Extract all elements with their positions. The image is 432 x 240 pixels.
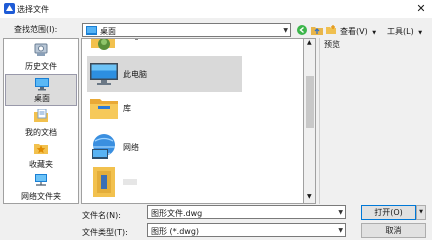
chevron-down-icon: ▼ [418,30,423,36]
cancel-button[interactable]: 取消 [361,223,426,238]
user-folder-icon [91,39,115,50]
scroll-up-icon[interactable]: ▲ [307,39,312,46]
sidebar-item-history[interactable]: 历史文件 [5,41,77,73]
lookin-value: 桌面 [100,27,116,36]
truncated-name [135,39,138,40]
back-icon[interactable] [297,25,307,35]
new-folder-icon[interactable] [326,25,336,35]
list-item-name: 库 [123,104,131,113]
views-menu[interactable]: 查看(V) ▼ [340,26,376,37]
filename-label: 文件名(N): [82,211,121,220]
sidebar-item-favorites[interactable]: 收藏夹 [5,139,77,171]
sidebar-item-label: 收藏夹 [29,160,53,169]
documents-icon [34,109,48,122]
filename-input[interactable]: 图形文件.dwg ▼ [147,205,346,219]
library-folder-icon [90,99,118,119]
chevron-down-icon: ▼ [338,227,343,234]
list-item-name: 网络 [123,143,139,152]
computer-icon [90,63,118,85]
close-button[interactable]: ✕ [413,1,429,17]
list-item[interactable]: 此电脑 [87,56,242,92]
history-icon [34,43,48,56]
title-bar [0,0,432,18]
list-item[interactable]: 库 [87,90,242,126]
chevron-down-icon: ▼ [338,209,343,216]
window-title: 选择文件 [17,5,49,14]
lookin-combo[interactable]: 桌面 ▼ [82,23,291,37]
desktop-icon [86,26,97,35]
views-label: 查看(V) [340,27,368,36]
chevron-down-icon: ▼ [372,30,377,36]
sidebar-item-network-folder[interactable]: 网络文件夹 [5,171,77,203]
network-folder-icon [35,174,47,186]
sidebar-item-label: 桌面 [34,94,50,103]
sidebar-item-label: 网络文件夹 [21,192,61,201]
desktop-icon [35,78,49,91]
open-options-button[interactable]: ▼ [416,205,426,220]
sidebar-item-label: 历史文件 [25,62,57,71]
filetype-combo[interactable]: 图形 (*.dwg) ▼ [147,223,346,237]
sidebar-item-label: 我的文档 [25,128,57,137]
sidebar-item-desktop[interactable]: 桌面 [5,74,77,106]
preview-label: 预览 [324,40,340,49]
filename-value: 图形文件.dwg [151,209,203,218]
favorites-icon [34,144,48,154]
tools-menu[interactable]: 工具(L) ▼ [387,26,422,37]
filetype-value: 图形 (*.dwg) [151,227,200,236]
sidebar-item-documents[interactable]: 我的文档 [5,107,77,139]
list-item[interactable]: 网络 [87,129,242,165]
scroll-down-icon[interactable]: ▼ [307,193,312,200]
app-logo-icon [4,3,15,14]
up-folder-icon[interactable] [311,25,323,35]
cancel-button-label: 取消 [385,226,402,235]
blurred-name [123,179,137,185]
lookin-label: 查找范围(I): [14,25,58,34]
tools-label: 工具(L) [387,27,414,36]
preview-panel [319,38,429,204]
list-item-name: 此电脑 [123,70,147,79]
places-bar: 历史文件 桌面 我的文档 收藏夹 网络文件夹 [3,38,79,204]
open-button-label: 打开(O) [374,208,403,217]
filetype-label: 文件类型(T): [82,228,128,237]
open-button[interactable]: 打开(O) [361,205,416,220]
scrollbar-thumb[interactable] [306,76,314,128]
folder-icon [93,167,115,197]
network-icon [92,134,115,159]
chevron-down-icon: ▼ [283,27,288,34]
file-list: 此电脑 库 网络 [81,38,304,204]
